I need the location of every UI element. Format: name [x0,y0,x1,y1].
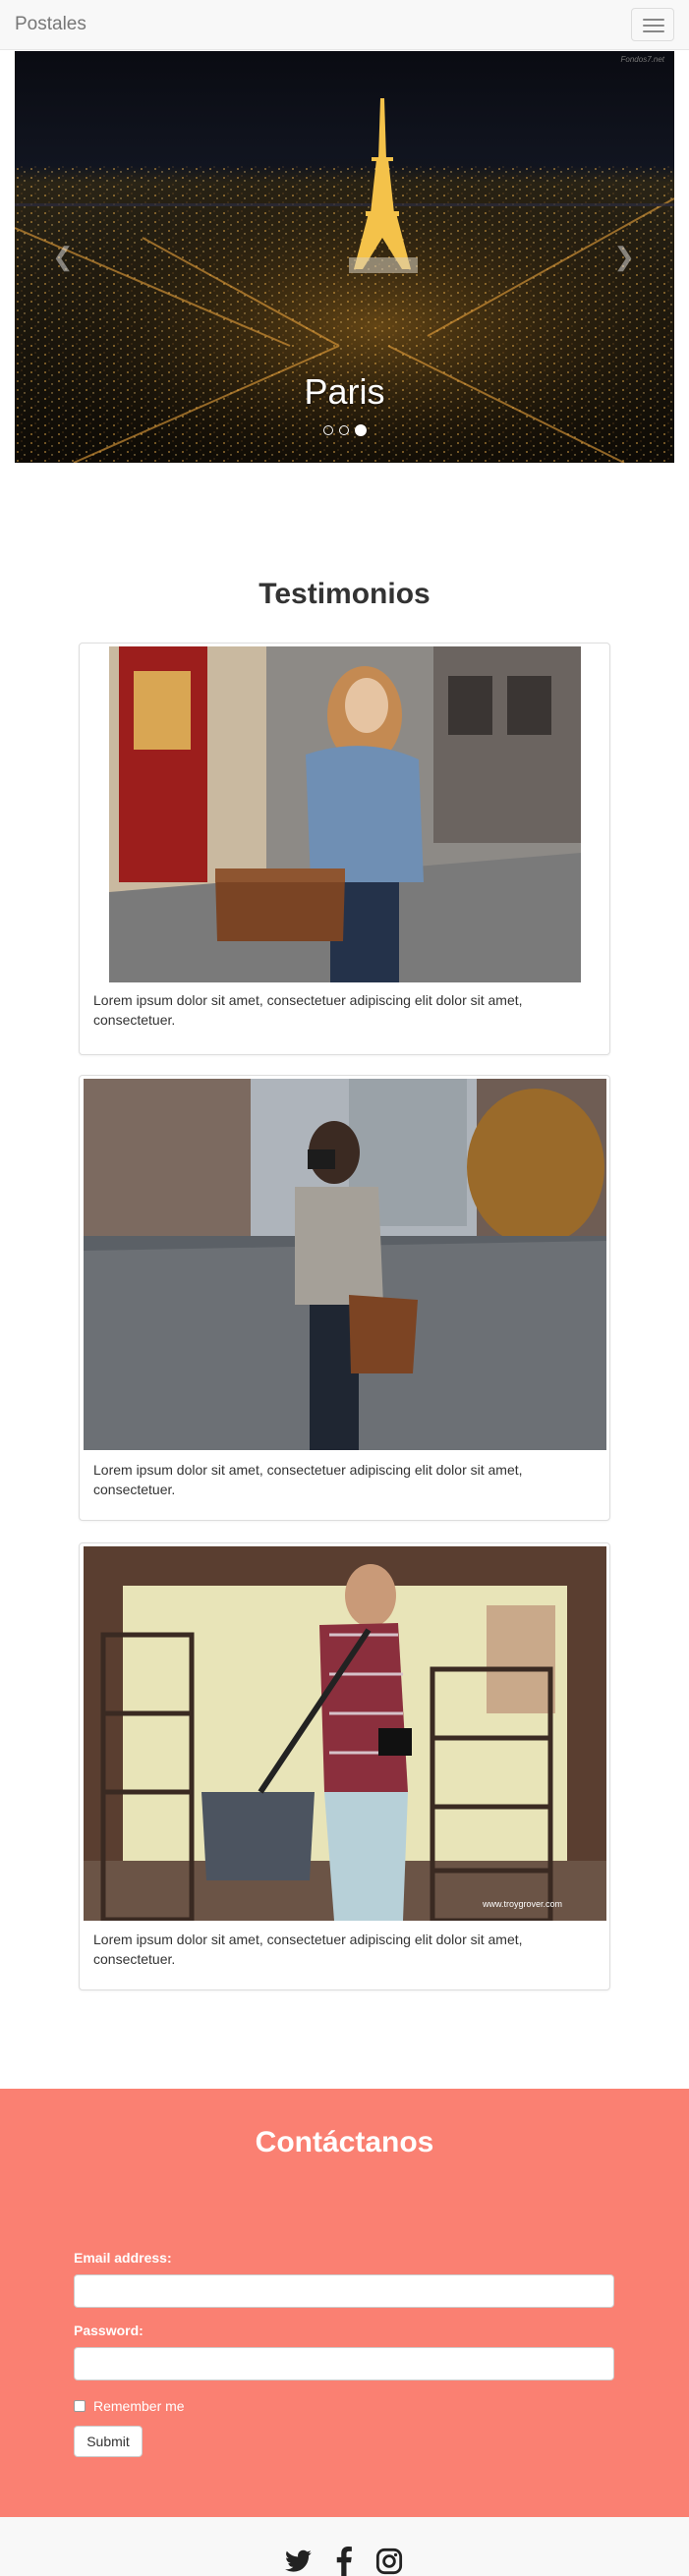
photo-watermark: Fondos7.net [620,55,664,64]
facebook-icon[interactable] [334,2547,354,2576]
carousel-indicator-2[interactable] [338,425,349,435]
carousel-indicators [15,424,674,436]
man-camera-shelves-photo: www.troygrover.com [84,1546,606,1921]
remember-label: Remember me [93,2398,185,2414]
hamburger-menu-icon [643,19,664,21]
navbar-brand[interactable]: Postales [15,14,86,35]
chevron-right-icon[interactable]: ❯ [613,244,635,269]
testimonial-text: Lorem ipsum dolor sit amet, consectetuer… [93,1932,523,1967]
carousel-indicator-1[interactable] [322,425,333,435]
testimonial-text: Lorem ipsum dolor sit amet, consectetuer… [93,1462,523,1497]
woman-camera-street-photo [84,1079,606,1450]
woman-denim-jacket-photo [109,646,581,982]
footer [0,2517,689,2576]
email-label: Email address: [74,2250,172,2266]
navbar-toggle-button[interactable] [631,8,674,41]
carousel-caption: Paris [304,371,385,412]
carousel-indicator-3[interactable] [354,424,367,436]
email-field[interactable] [74,2274,614,2308]
testimonial-card: Lorem ipsum dolor sit amet, consectetuer… [79,1075,610,1521]
submit-button[interactable]: Submit [74,2426,143,2457]
testimonial-card: www.troygrover.com Lorem ipsum dolor sit… [79,1542,610,1990]
chevron-left-icon[interactable]: ❮ [52,244,74,269]
instagram-icon[interactable] [375,2547,403,2576]
photo-watermark: www.troygrover.com [482,1899,562,1909]
testimonials-title: Testimonios [258,578,431,610]
twitter-icon[interactable] [285,2547,313,2576]
password-field[interactable] [74,2347,614,2380]
hero-carousel: Fondos7.net ❮ ❯ Paris [15,51,674,463]
navbar: Postales [0,0,689,50]
testimonial-card: Lorem ipsum dolor sit amet, consectetuer… [79,643,610,1055]
password-label: Password: [74,2323,144,2338]
remember-checkbox[interactable] [74,2400,86,2412]
testimonial-text: Lorem ipsum dolor sit amet, consectetuer… [93,992,523,1028]
remember-me[interactable]: Remember me [74,2398,185,2414]
contact-section: Contáctanos Email address: Password: Rem… [0,2089,689,2517]
contact-title: Contáctanos [255,2126,434,2158]
